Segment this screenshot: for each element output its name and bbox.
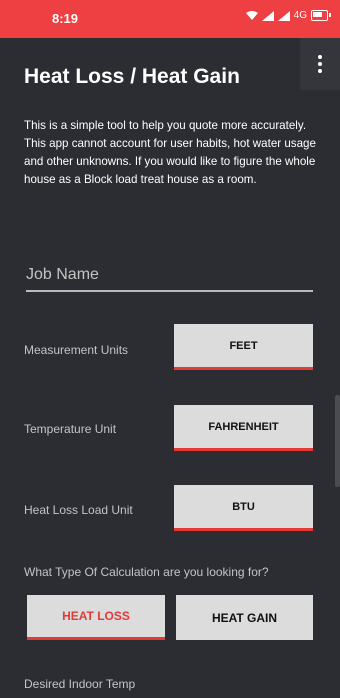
heat-loss-button[interactable]: HEAT LOSS bbox=[27, 595, 165, 640]
measurement-units-button[interactable]: FEET bbox=[174, 324, 313, 370]
wifi-icon bbox=[245, 10, 258, 20]
page-title: Heat Loss / Heat Gain bbox=[24, 65, 240, 88]
network-type: 4G bbox=[293, 10, 307, 21]
status-bar: 8:19 4G bbox=[0, 0, 340, 38]
signal-icon bbox=[277, 10, 290, 21]
more-vert-icon-dot bbox=[318, 69, 322, 73]
signal-icon bbox=[261, 10, 274, 21]
app-description: This is a simple tool to help you quote … bbox=[24, 119, 316, 186]
measurement-units-label: Measurement Units bbox=[24, 343, 129, 357]
more-vert-icon-dot bbox=[318, 62, 322, 66]
scrollbar[interactable] bbox=[335, 395, 340, 487]
temperature-unit-button[interactable]: FAHRENHEIT bbox=[174, 405, 313, 451]
more-options-button[interactable] bbox=[300, 38, 340, 90]
heat-loss-load-unit-label: Heat Loss Load Unit bbox=[24, 503, 133, 517]
temperature-unit-label: Temperature Unit bbox=[24, 422, 117, 436]
job-name-field[interactable] bbox=[26, 260, 313, 292]
status-time: 8:19 bbox=[52, 11, 79, 26]
heat-gain-button[interactable]: HEAT GAIN bbox=[176, 595, 313, 640]
more-vert-icon bbox=[318, 55, 322, 59]
battery-icon bbox=[311, 10, 331, 21]
status-icons: 4G bbox=[245, 10, 331, 21]
calculation-type-question: What Type Of Calculation are you looking… bbox=[24, 565, 269, 579]
job-name-input[interactable] bbox=[26, 262, 313, 288]
heat-loss-load-unit-button[interactable]: BTU bbox=[174, 485, 313, 531]
desired-indoor-temp-label: Desired Indoor Temp bbox=[24, 677, 136, 691]
